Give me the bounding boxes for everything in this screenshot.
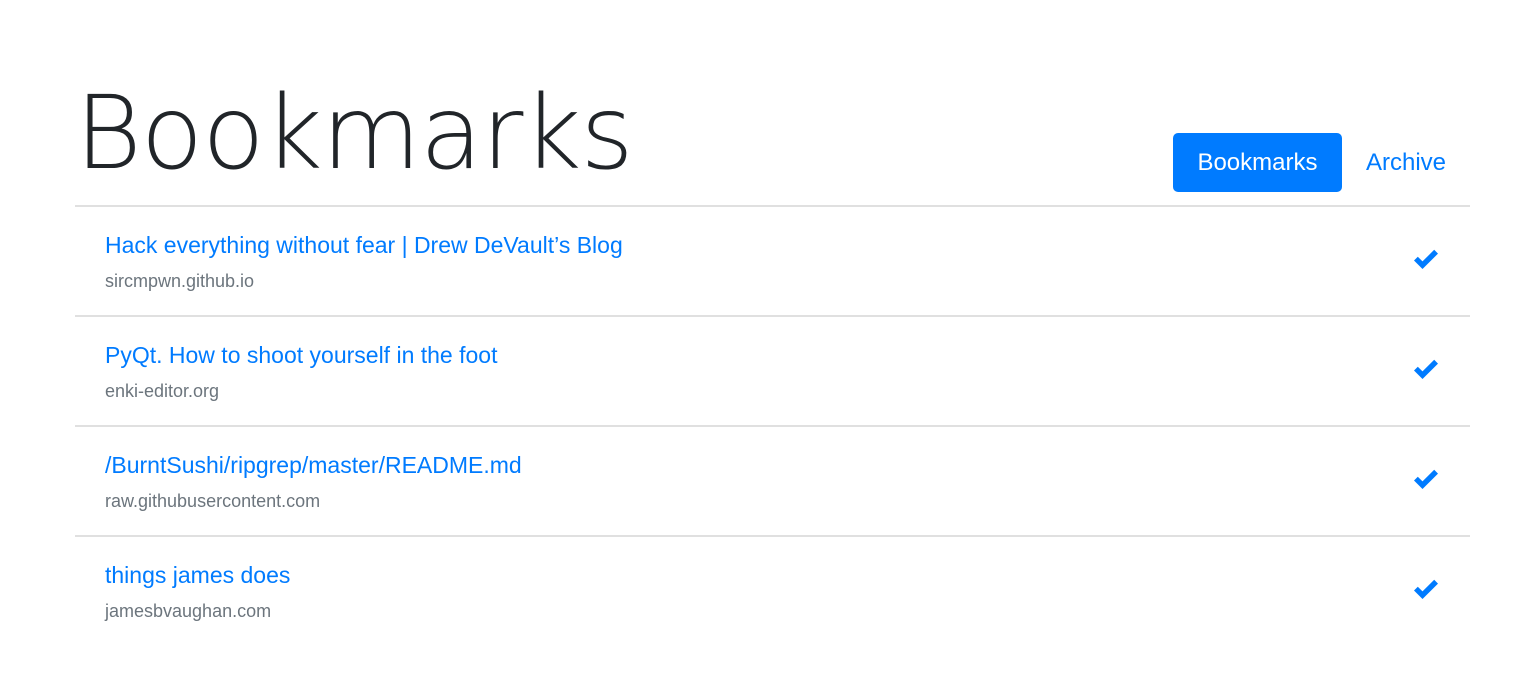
page-header: Bookmarks Bookmarks Archive xyxy=(75,0,1470,207)
list-item: Hack everything without fear | Drew DeVa… xyxy=(75,207,1470,317)
bookmark-domain: raw.githubusercontent.com xyxy=(105,491,321,511)
nav-pills: Bookmarks Archive xyxy=(1172,133,1470,192)
bookmark-domain: enki-editor.org xyxy=(105,381,220,401)
check-icon[interactable] xyxy=(1412,248,1440,272)
check-icon[interactable] xyxy=(1412,578,1440,602)
page-container: Bookmarks Bookmarks Archive Hack everyth… xyxy=(75,0,1470,647)
bookmark-title-link[interactable]: /BurntSushi/ripgrep/master/README.md xyxy=(105,449,522,481)
list-item: PyQt. How to shoot yourself in the foot … xyxy=(75,317,1470,427)
bookmark-title-link[interactable]: PyQt. How to shoot yourself in the foot xyxy=(105,339,497,371)
list-item: things james does jamesbvaughan.com xyxy=(75,537,1470,647)
bookmark-title-link[interactable]: things james does xyxy=(105,559,290,591)
nav-archive-link[interactable]: Archive xyxy=(1342,133,1470,192)
list-item: /BurntSushi/ripgrep/master/README.md raw… xyxy=(75,427,1470,537)
nav-bookmarks-button[interactable]: Bookmarks xyxy=(1172,133,1342,192)
check-icon[interactable] xyxy=(1412,468,1440,492)
bookmark-title-link[interactable]: Hack everything without fear | Drew DeVa… xyxy=(105,229,623,261)
bookmark-domain: sircmpwn.github.io xyxy=(105,271,255,291)
page-title: Bookmarks xyxy=(75,74,634,193)
bookmark-domain: jamesbvaughan.com xyxy=(105,601,272,621)
bookmark-list: Hack everything without fear | Drew DeVa… xyxy=(75,207,1470,647)
check-icon[interactable] xyxy=(1412,358,1440,382)
